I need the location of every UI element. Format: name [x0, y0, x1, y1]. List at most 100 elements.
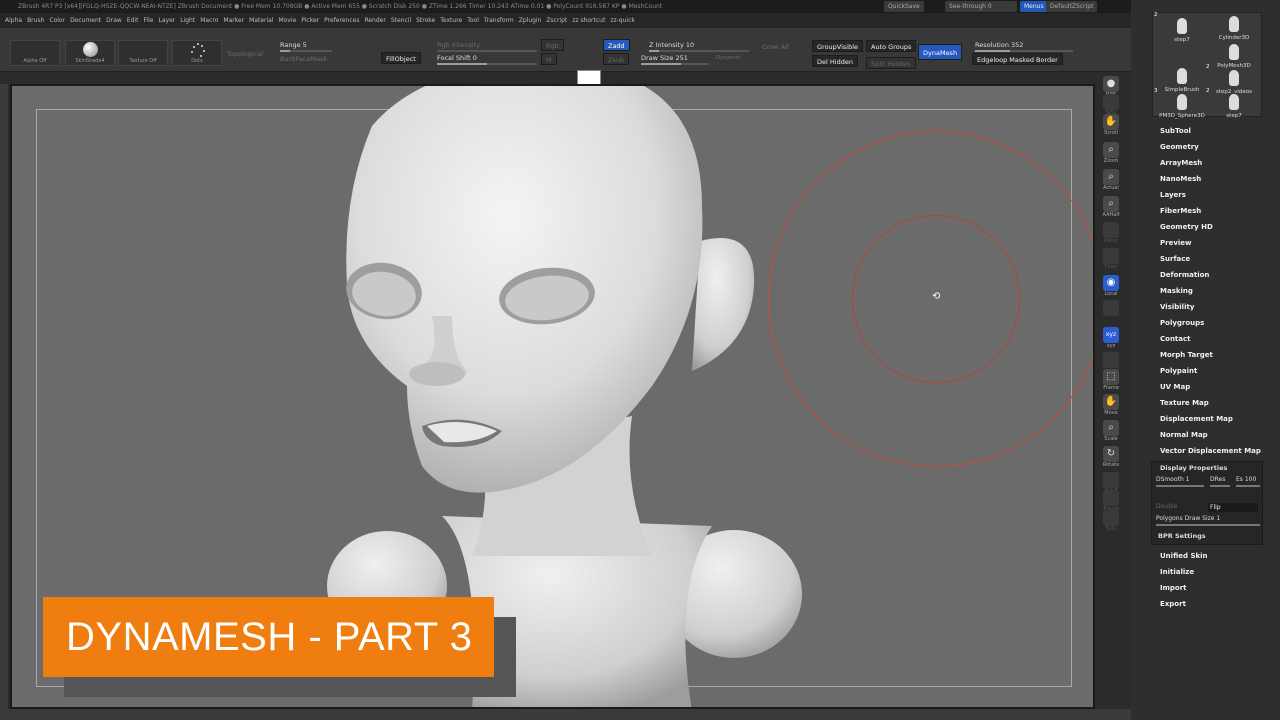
dynamesh-button[interactable]: DynaMesh: [918, 44, 963, 60]
m-button[interactable]: M: [541, 53, 557, 65]
brush-selector[interactable]: SkinShade4: [65, 40, 115, 66]
tool-solo-button[interactable]: Solo: [1099, 510, 1123, 534]
menu-stencil[interactable]: Stencil: [391, 17, 411, 24]
tool-menu-uv-map[interactable]: UV Map: [1160, 381, 1190, 393]
dsmooth-slider[interactable]: DSmooth 1: [1156, 475, 1190, 485]
draw-size-slider[interactable]: Draw Size 251: [641, 53, 709, 65]
focal-shift-slider[interactable]: Focal Shift 0: [437, 53, 537, 65]
quicksave-button[interactable]: QuickSave: [884, 1, 924, 12]
range-slider[interactable]: Range 5: [280, 40, 332, 52]
rgb-button[interactable]: Rgb: [541, 39, 564, 51]
menu-brush[interactable]: Brush: [27, 17, 44, 24]
flip-button[interactable]: Flip: [1208, 503, 1258, 512]
menu-zplugin[interactable]: Zplugin: [519, 17, 542, 24]
alpha-selector[interactable]: Alpha Off: [10, 40, 60, 66]
tool-move-button[interactable]: ✋ Move: [1099, 394, 1123, 418]
tool-menu-unified-skin[interactable]: Unified Skin: [1160, 550, 1208, 562]
menu-preferences[interactable]: Preferences: [324, 17, 359, 24]
grow-all-button[interactable]: Grow All: [762, 42, 789, 54]
tool-frame-button[interactable]: ⬚ Frame: [1099, 369, 1123, 393]
del-hidden-button[interactable]: Del Hidden: [812, 55, 858, 67]
menu-render[interactable]: Render: [364, 17, 385, 24]
texture-selector[interactable]: Texture Off: [118, 40, 168, 66]
topological-button[interactable]: Topological: [227, 49, 263, 61]
tool-menu-fibermesh[interactable]: FiberMesh: [1160, 205, 1201, 217]
tool-menu-geometry-hd[interactable]: Geometry HD: [1160, 221, 1213, 233]
menu-transform[interactable]: Transform: [484, 17, 514, 24]
tool-menu-preview[interactable]: Preview: [1160, 237, 1192, 249]
menu-draw[interactable]: Draw: [106, 17, 122, 24]
menu-marker[interactable]: Marker: [223, 17, 244, 24]
menu-picker[interactable]: Picker: [301, 17, 319, 24]
tool-thumbnail[interactable]: 3 PM3D_Sphere3D: [1154, 88, 1207, 119]
tool-scale-button[interactable]: ⌕ Scale: [1099, 420, 1123, 444]
menu-zscript[interactable]: Zscript: [546, 17, 567, 24]
menu-zz-shortcut[interactable]: zz shortcut: [572, 17, 605, 24]
menu-material[interactable]: Material: [249, 17, 273, 24]
tool-thumbnail[interactable]: 2 step2_videos: [1206, 64, 1259, 95]
tool-menu-masking[interactable]: Masking: [1160, 285, 1193, 297]
tool-persp-button[interactable]: Persp: [1099, 222, 1123, 246]
menu-color[interactable]: Color: [49, 17, 65, 24]
tool-floor-button[interactable]: Floor: [1099, 248, 1123, 272]
menu-layer[interactable]: Layer: [159, 17, 176, 24]
backfacemask-button[interactable]: BackFaceMask: [280, 54, 327, 66]
polygons-draw-size-slider[interactable]: Polygons Draw Size 1: [1156, 514, 1220, 524]
tool-thumbnail[interactable]: 2 step7: [1206, 88, 1259, 119]
tool-menu-morph-target[interactable]: Morph Target: [1160, 349, 1213, 361]
tool-menu-surface[interactable]: Surface: [1160, 253, 1190, 265]
double-button[interactable]: Double: [1156, 502, 1177, 512]
tool-menu-deformation[interactable]: Deformation: [1160, 269, 1209, 281]
menu-tool[interactable]: Tool: [467, 17, 479, 24]
tool-menu-export[interactable]: Export: [1160, 598, 1186, 610]
tool-menu-nanomesh[interactable]: NanoMesh: [1160, 173, 1201, 185]
tool-menu-normal-map[interactable]: Normal Map: [1160, 429, 1208, 441]
resolution-slider[interactable]: Resolution 352: [975, 40, 1073, 52]
tool-menu-polygroups[interactable]: Polygroups: [1160, 317, 1204, 329]
tool-slot-9-button[interactable]: [1099, 300, 1123, 324]
dynamic-button[interactable]: Dynamic: [716, 53, 740, 65]
tool-thumbnail[interactable]: 2 step7: [1154, 12, 1207, 43]
tool-local-button[interactable]: ◉ Local: [1099, 275, 1123, 299]
zsub-button[interactable]: Zsub: [603, 53, 630, 65]
stroke-selector[interactable]: Dots: [172, 40, 222, 66]
bottom-tray[interactable]: [0, 709, 1131, 720]
menu-file[interactable]: File: [143, 17, 153, 24]
tool-menu-import[interactable]: Import: [1160, 582, 1187, 594]
menu-document[interactable]: Document: [70, 17, 101, 24]
groupvisible-button[interactable]: GroupVisible: [812, 40, 864, 52]
menus-button[interactable]: Menus: [1020, 1, 1048, 12]
menu-alpha[interactable]: Alpha: [5, 17, 22, 24]
tool-menu-texture-map[interactable]: Texture Map: [1160, 397, 1209, 409]
tool-menu-contact[interactable]: Contact: [1160, 333, 1191, 345]
tool-thumbnail[interactable]: SimpleBrush: [1157, 67, 1207, 93]
tool-thumbnail[interactable]: PolyMesh3D: [1209, 43, 1259, 69]
default-zscript-button[interactable]: DefaultZScript: [1046, 1, 1098, 12]
menu-edit[interactable]: Edit: [127, 17, 139, 24]
menu-movie[interactable]: Movie: [279, 17, 297, 24]
tool-actual-button[interactable]: ⌕ Actual: [1099, 169, 1123, 193]
es-slider[interactable]: Es 100: [1236, 475, 1256, 485]
fillobject-button[interactable]: FillObject: [381, 52, 421, 64]
left-tray-edge[interactable]: [0, 84, 8, 709]
tool-aahalf-button[interactable]: ⌕ AAHalf: [1099, 196, 1123, 220]
menu-texture[interactable]: Texture: [440, 17, 462, 24]
bpr-settings-button[interactable]: BPR Settings: [1158, 532, 1206, 540]
tool-xyz-button[interactable]: xyz xyz: [1099, 327, 1123, 351]
tool-menu-subtool[interactable]: SubTool: [1160, 125, 1191, 137]
tool-menu-arraymesh[interactable]: ArrayMesh: [1160, 157, 1202, 169]
tool-menu-visibility[interactable]: Visibility: [1160, 301, 1194, 313]
menu-stroke[interactable]: Stroke: [416, 17, 435, 24]
menu-zz-quick[interactable]: zz-quick: [610, 17, 635, 24]
edgeloop-masked-border-button[interactable]: Edgeloop Masked Border: [972, 53, 1063, 65]
auto-groups-button[interactable]: Auto Groups: [866, 40, 917, 52]
tool-menu-layers[interactable]: Layers: [1160, 189, 1186, 201]
tool-menu-polypaint[interactable]: Polypaint: [1160, 365, 1197, 377]
see-through-slider[interactable]: See-through 0: [945, 1, 1017, 12]
tool-menu-vector-displacement-map[interactable]: Vector Displacement Map: [1160, 445, 1261, 457]
split-hidden-button[interactable]: Split Hidden: [866, 57, 916, 69]
dres-slider[interactable]: DRes: [1210, 475, 1225, 485]
tool-menu-initialize[interactable]: Initialize: [1160, 566, 1194, 578]
z-intensity-slider[interactable]: Z Intensity 10: [649, 40, 749, 52]
tool-thumbnail[interactable]: Cylinder3D: [1209, 15, 1259, 41]
